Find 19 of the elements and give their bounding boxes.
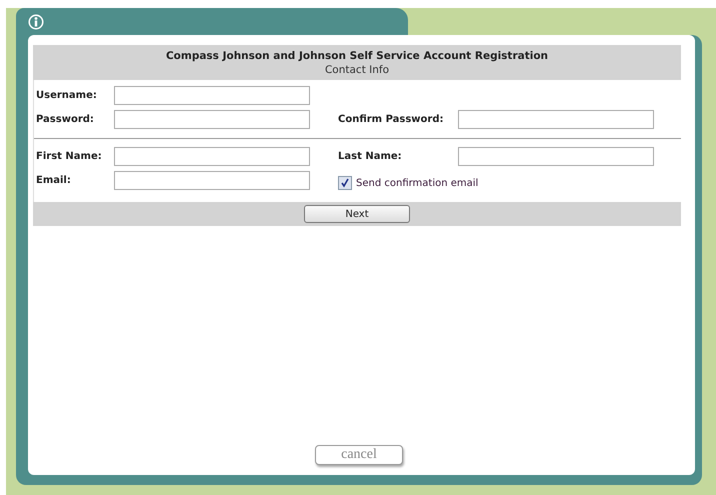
input-field[interactable] — [114, 146, 310, 166]
input-field[interactable] — [458, 146, 654, 166]
section-title: Contact Info — [324, 63, 390, 78]
next-button[interactable]: Next — [304, 205, 410, 223]
field-label: Username: — [36, 90, 98, 100]
input-field[interactable] — [114, 110, 310, 128]
input-field[interactable] — [114, 86, 310, 104]
field-label: Password: — [36, 114, 95, 124]
field-label: Last Name: — [338, 150, 403, 162]
field-label: Email: — [36, 174, 72, 186]
checkbox[interactable] — [338, 176, 352, 190]
info-icon — [28, 14, 44, 30]
input-field[interactable] — [458, 110, 654, 128]
form-title: Compass Johnson and Johnson Self Service Account Registration — [166, 49, 548, 63]
field-label: Confirm Password: — [338, 114, 444, 124]
cancel-button[interactable]: cancel — [315, 445, 403, 465]
input-field[interactable] — [114, 170, 310, 190]
field-label: First Name: — [36, 150, 103, 162]
checkbox-label: Send confirmation email — [356, 178, 478, 188]
